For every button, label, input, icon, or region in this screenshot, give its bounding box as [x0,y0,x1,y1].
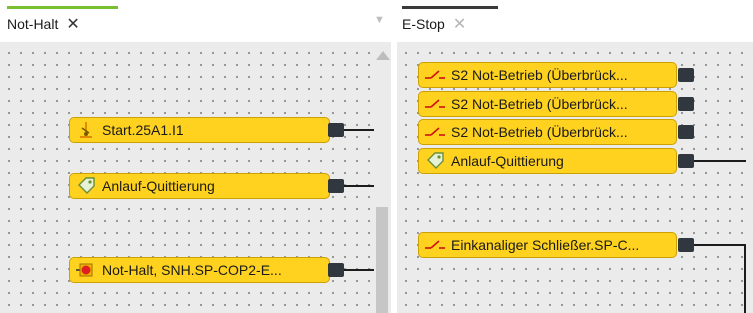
connection-wire [694,244,746,246]
output-port[interactable] [328,123,344,137]
pane-menu-icon[interactable]: ▼ [374,14,385,26]
output-port[interactable] [678,154,694,168]
connection-wire [344,269,374,271]
function-block[interactable]: S2 Not-Betrieb (Überbrück... [418,119,677,145]
contact-icon [425,235,445,255]
tab-label: Not-Halt [7,16,59,32]
block-label: Einkanaliger Schließer.SP-C... [451,237,640,253]
tab-label: E-Stop [402,16,445,32]
function-block[interactable]: S2 Not-Betrieb (Überbrück... [418,62,677,88]
output-port[interactable] [678,238,694,252]
block-label: Anlauf-Quittierung [451,153,564,169]
right-diagram-canvas[interactable]: S2 Not-Betrieb (Überbrück... S2 Not-Betr… [397,42,753,313]
block-label: Anlauf-Quittierung [102,178,215,194]
output-port[interactable] [328,179,344,193]
contact-icon [425,65,445,85]
vertical-scrollbar[interactable] [374,42,391,313]
tab-not-halt[interactable]: Not-Halt ✕ [7,6,118,42]
block-label: Not-Halt, SNH.SP-COP2-E... [102,262,282,278]
tag-icon [76,176,96,196]
function-block[interactable]: Einkanaliger Schließer.SP-C... [418,232,677,258]
block-label: S2 Not-Betrieb (Überbrück... [451,124,628,140]
close-icon[interactable]: ✕ [66,14,79,34]
output-port[interactable] [328,263,344,277]
output-port[interactable] [678,68,694,82]
left-diagram-canvas[interactable]: Start.25A1.I1 Anlauf-Quittierung Not-Hal… [0,42,391,313]
output-port[interactable] [678,97,694,111]
right-tab-bar: E-Stop ✕ [397,0,753,42]
tag-icon [425,151,445,171]
function-block[interactable]: Start.25A1.I1 [69,117,330,143]
scrollbar-thumb[interactable] [376,207,388,313]
function-block[interactable]: Anlauf-Quittierung [418,148,677,174]
contact-icon [425,94,445,114]
connection-wire [344,129,374,131]
close-icon[interactable]: ✕ [453,14,466,34]
tab-active-indicator [402,6,498,9]
emergency-stop-icon [76,260,96,280]
function-block[interactable]: S2 Not-Betrieb (Überbrück... [418,91,677,117]
left-tab-bar: Not-Halt ✕ ▼ [0,0,391,42]
block-label: S2 Not-Betrieb (Überbrück... [451,67,628,83]
contact-icon [425,122,445,142]
right-editor-pane: E-Stop ✕ S2 Not-Betrieb (Überbrück... S2… [397,0,753,313]
switch-start-icon [76,120,96,140]
function-block[interactable]: Anlauf-Quittierung [69,173,330,199]
tab-e-stop[interactable]: E-Stop ✕ [402,6,498,42]
connection-wire [694,160,746,162]
block-label: S2 Not-Betrieb (Überbrück... [451,96,628,112]
output-port[interactable] [678,125,694,139]
scroll-up-arrow-icon[interactable] [376,51,390,60]
function-block[interactable]: Not-Halt, SNH.SP-COP2-E... [69,257,330,283]
tab-active-indicator [7,6,118,9]
block-label: Start.25A1.I1 [102,122,184,138]
connection-wire [344,185,374,187]
connection-wire [744,244,746,313]
left-editor-pane: Not-Halt ✕ ▼ Start.25A1.I1 Anlauf-Quitti… [0,0,391,313]
